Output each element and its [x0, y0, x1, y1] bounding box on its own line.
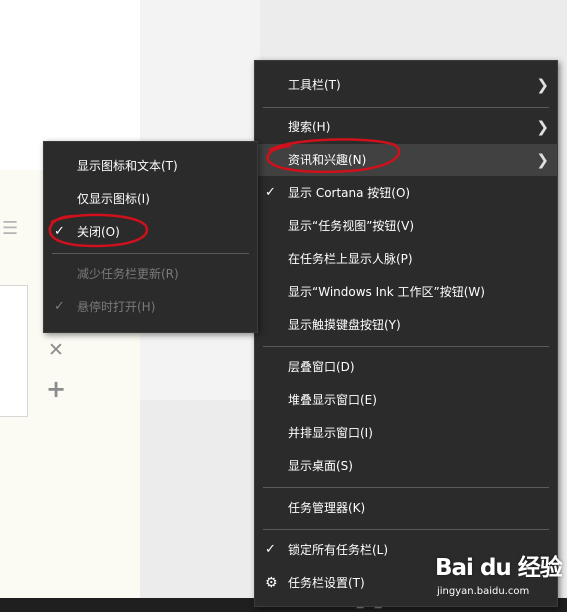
menu-item-label: 堆叠显示窗口(E)	[288, 393, 377, 407]
menu-item-task-manager[interactable]: 任务管理器(K)	[255, 492, 557, 524]
menu-item-label: 显示桌面(S)	[288, 459, 353, 473]
menu-item-label: 显示图标和文本(T)	[77, 159, 178, 173]
content-card	[0, 285, 28, 417]
menu-item-label: 关闭(O)	[77, 225, 120, 239]
chevron-right-icon: ❯	[536, 76, 549, 94]
menu-item-label: 显示 Cortana 按钮(O)	[288, 186, 411, 200]
plus-icon[interactable]: +	[45, 377, 67, 401]
gear-icon: ⚙	[265, 575, 278, 591]
menu-item-toolbars[interactable]: 工具栏(T) ❯	[255, 69, 557, 101]
watermark-url: jingyan.baidu.com	[437, 586, 530, 597]
submenu-item-icon-only[interactable]: 仅显示图标(I)	[44, 183, 257, 215]
menu-separator	[52, 253, 249, 254]
chevron-right-icon: ❯	[536, 118, 549, 136]
menu-item-search[interactable]: 搜索(H) ❯	[255, 111, 557, 143]
menu-item-label: 搜索(H)	[288, 120, 331, 134]
submenu-item-reduce-updates: 减少任务栏更新(R)	[44, 258, 257, 290]
menu-item-label: 锁定所有任务栏(L)	[288, 543, 389, 557]
menu-separator	[263, 107, 549, 108]
baidu-watermark: Bai du 经验 jingyan.baidu.com	[435, 548, 565, 603]
watermark-logo: Bai du 经验	[435, 555, 563, 581]
menu-item-label: 任务管理器(K)	[288, 501, 366, 515]
close-icon[interactable]: ✕	[46, 340, 66, 360]
menu-item-show-people[interactable]: 在任务栏上显示人脉(P)	[255, 243, 557, 275]
menu-item-show-task-view[interactable]: 显示“任务视图”按钮(V)	[255, 210, 557, 242]
menu-separator	[263, 487, 549, 488]
menu-item-label: 显示“Windows Ink 工作区”按钮(W)	[288, 285, 485, 299]
check-icon: ✓	[54, 299, 65, 314]
menu-item-cascade-windows[interactable]: 层叠窗口(D)	[255, 351, 557, 383]
taskbar-context-menu: 工具栏(T) ❯ 搜索(H) ❯ 资讯和兴趣(N) ❯ ✓ 显示 Cortana…	[254, 60, 558, 607]
submenu-item-turn-off[interactable]: ✓ 关闭(O)	[44, 216, 257, 248]
menu-item-show-desktop[interactable]: 显示桌面(S)	[255, 450, 557, 482]
menu-item-label: 并排显示窗口(I)	[288, 426, 373, 440]
menu-item-label: 任务栏设置(T)	[288, 576, 365, 590]
menu-item-label: 层叠窗口(D)	[288, 360, 355, 374]
chevron-right-icon: ❯	[536, 151, 549, 169]
menu-separator	[263, 529, 549, 530]
check-icon: ✓	[265, 185, 276, 200]
menu-item-label: 仅显示图标(I)	[77, 192, 150, 206]
menu-item-label: 显示“任务视图”按钮(V)	[288, 219, 415, 233]
list-icon[interactable]: ☰	[2, 218, 24, 240]
check-icon: ✓	[54, 224, 65, 239]
menu-item-side-by-side[interactable]: 并排显示窗口(I)	[255, 417, 557, 449]
news-submenu: 显示图标和文本(T) 仅显示图标(I) ✓ 关闭(O) 减少任务栏更新(R) ✓…	[43, 141, 258, 333]
menu-item-label: 悬停时打开(H)	[77, 300, 156, 314]
menu-item-show-windows-ink[interactable]: 显示“Windows Ink 工作区”按钮(W)	[255, 276, 557, 308]
menu-item-label: 显示触摸键盘按钮(Y)	[288, 318, 401, 332]
menu-item-show-touch-keyboard[interactable]: 显示触摸键盘按钮(Y)	[255, 309, 557, 341]
menu-separator	[263, 346, 549, 347]
menu-item-label: 在任务栏上显示人脉(P)	[288, 252, 413, 266]
menu-item-news-and-interests[interactable]: 资讯和兴趣(N) ❯	[255, 144, 557, 176]
check-icon: ✓	[265, 542, 276, 557]
menu-item-label: 减少任务栏更新(R)	[77, 267, 179, 281]
submenu-item-open-on-hover: ✓ 悬停时打开(H)	[44, 291, 257, 323]
submenu-item-icon-and-text[interactable]: 显示图标和文本(T)	[44, 150, 257, 182]
menu-item-label: 资讯和兴趣(N)	[288, 153, 367, 167]
menu-item-show-cortana[interactable]: ✓ 显示 Cortana 按钮(O)	[255, 177, 557, 209]
menu-item-label: 工具栏(T)	[288, 78, 341, 92]
menu-item-stack-windows[interactable]: 堆叠显示窗口(E)	[255, 384, 557, 416]
